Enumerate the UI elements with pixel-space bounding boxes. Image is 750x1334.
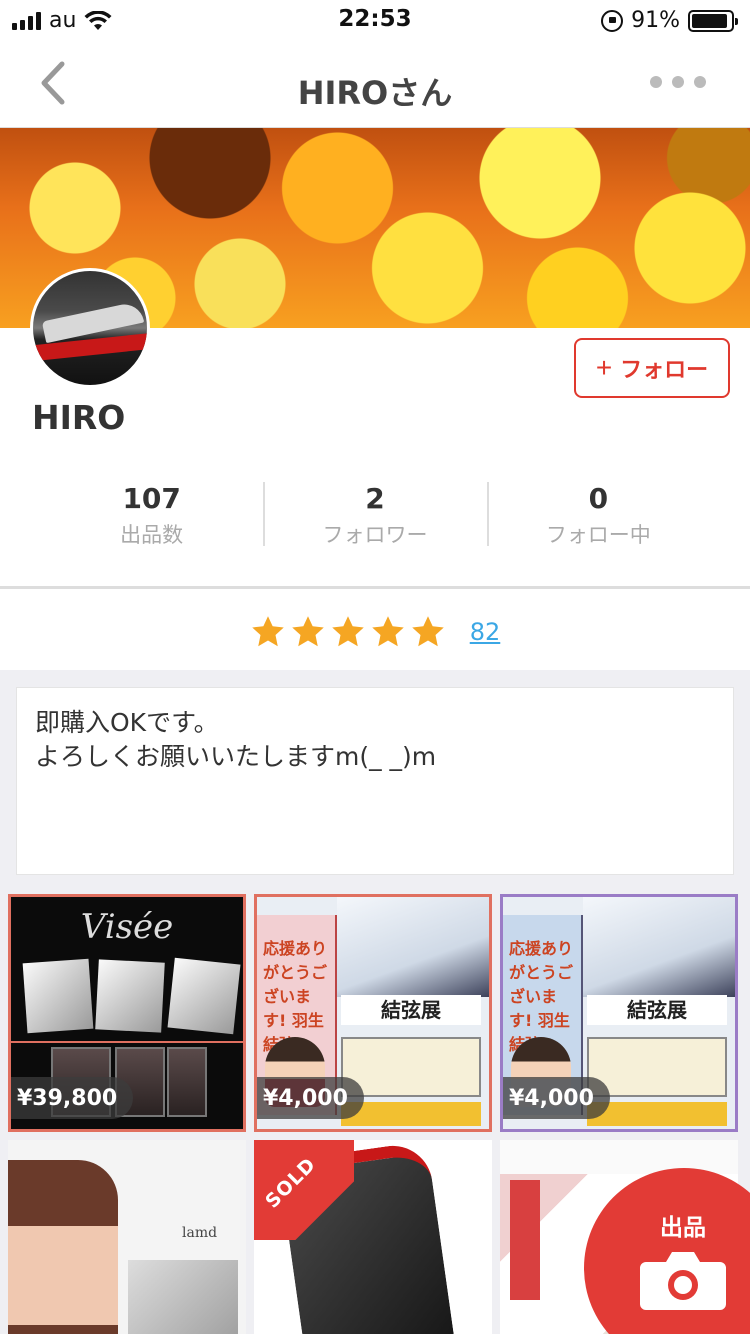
price-tag: ¥4,000 [257, 1077, 364, 1119]
item-image-title: 結弦展 [587, 995, 727, 1025]
star-icon [331, 616, 364, 647]
item-card[interactable]: 応援ありがとうございます! 羽生結弦 結弦展 ¥4,000 [500, 894, 738, 1132]
stat-label: 出品数 [120, 523, 184, 547]
price-tag: ¥39,800 [11, 1077, 134, 1119]
stat-value: 0 [588, 482, 609, 515]
page-title: HIROさん [297, 74, 453, 112]
item-image-photo [95, 959, 165, 1033]
stat-following[interactable]: 0 フォロー中 [486, 478, 710, 550]
item-card[interactable]: SOLD [254, 1140, 492, 1334]
rating-row: 82 [0, 600, 750, 664]
profile-intro: 即購入OKです。 よろしくお願いいたしますm(_ _)m [16, 687, 734, 875]
item-card[interactable]: 応援ありがとうございます! 羽生結弦 結弦展 ¥4,000 [254, 894, 492, 1132]
camera-icon [640, 1252, 726, 1310]
more-dot-icon [694, 76, 706, 88]
item-image-skater [337, 897, 489, 997]
sell-label: 出品 [660, 1215, 706, 1241]
battery-fill [692, 13, 727, 28]
stat-value: 2 [365, 482, 385, 515]
battery-percent: 91% [631, 8, 680, 33]
sold-label: SOLD [261, 1153, 321, 1213]
more-dot-icon [672, 76, 684, 88]
item-image-photo [167, 957, 241, 1035]
star-icon [371, 616, 404, 647]
star-icon [411, 616, 444, 647]
stat-followers[interactable]: 2 フォロワー [263, 478, 486, 550]
item-image-ribbon [510, 1180, 540, 1300]
star-icon [251, 616, 284, 647]
item-image-divider [11, 1041, 243, 1043]
more-dot-icon [650, 76, 662, 88]
star-icon [291, 616, 324, 647]
stat-value: 107 [122, 482, 181, 515]
plus-icon: + [595, 352, 613, 383]
follow-button[interactable]: + フォロー [574, 338, 730, 398]
item-image-banner [341, 1037, 481, 1097]
item-image-banner [587, 1037, 727, 1097]
stat-listings[interactable]: 107 出品数 [40, 478, 263, 550]
intro-line: よろしくお願いいたしますm(_ _)m [35, 742, 437, 771]
item-image-package [128, 1260, 238, 1334]
star-rating [250, 614, 446, 650]
more-options-button[interactable] [650, 76, 706, 88]
nav-bar: HIROさん [0, 40, 750, 128]
stat-label: フォロワー [322, 523, 428, 547]
item-image-palette [167, 1047, 207, 1117]
follow-label: フォロー [620, 357, 709, 382]
sold-ribbon: SOLD [254, 1140, 354, 1240]
avatar[interactable] [30, 268, 150, 388]
divider [0, 586, 750, 589]
item-image-brand: lamd [182, 1225, 218, 1241]
price-tag: ¥4,000 [503, 1077, 610, 1119]
username: HIRO [32, 398, 126, 437]
battery-icon [688, 9, 738, 32]
item-image-title: 結弦展 [341, 995, 481, 1025]
profile-stats: 107 出品数 2 フォロワー 0 フォロー中 [40, 478, 710, 550]
item-card[interactable]: lamd [8, 1140, 246, 1334]
status-right: 91% [601, 8, 738, 33]
stat-label: フォロー中 [545, 523, 651, 547]
item-image-skater [583, 897, 735, 997]
item-image-photo [22, 958, 94, 1034]
intro-line: 即購入OKです。 [35, 708, 219, 737]
rating-count-link[interactable]: 82 [470, 618, 501, 646]
item-image: lamd [8, 1140, 246, 1334]
rotation-lock-icon [601, 9, 624, 32]
item-card[interactable]: Visée ¥39,800 [8, 894, 246, 1132]
item-image-model [8, 1160, 118, 1334]
item-image-brand: Visée [80, 907, 174, 947]
status-bar: au 22:53 91% [0, 0, 750, 40]
